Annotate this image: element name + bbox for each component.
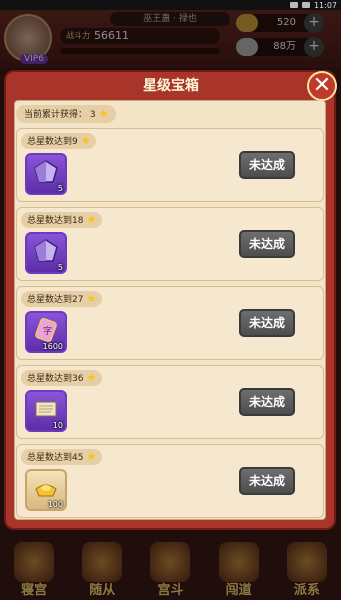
not-achieved-button[interactable]: 未达成 — [239, 309, 295, 337]
tier-requirement: 总星数达到18 ★ — [21, 212, 103, 228]
reward-item[interactable]: 5 — [25, 153, 67, 195]
svg-text:字: 字 — [43, 325, 52, 337]
reward-item[interactable]: 5 — [25, 232, 67, 274]
paper-scroll-icon — [35, 401, 57, 417]
crystal-icon — [34, 160, 58, 183]
star-icon: ★ — [86, 450, 97, 463]
tier-card: 总星数达到36 ★ 10 未达成 — [16, 365, 324, 439]
star-icon: ★ — [86, 292, 97, 305]
not-achieved-button[interactable]: 未达成 — [239, 230, 295, 258]
clock: 11:07 — [313, 0, 337, 10]
not-achieved-button[interactable]: 未达成 — [239, 151, 295, 179]
close-button[interactable]: ✕ — [307, 71, 337, 101]
not-achieved-button[interactable]: 未达成 — [239, 467, 295, 495]
accumulated-value: 3 — [89, 110, 96, 120]
scroll-token-icon: 字 — [35, 317, 57, 343]
not-achieved-button[interactable]: 未达成 — [239, 388, 295, 416]
crystal-icon — [34, 239, 58, 262]
tier-requirement: 总星数达到9 ★ — [21, 133, 97, 149]
reward-item[interactable]: 100 — [25, 469, 67, 511]
accumulated-label: 当前累计获得： — [24, 110, 88, 120]
tier-requirement: 总星数达到27 ★ — [21, 291, 103, 307]
accumulated-stars: 当前累计获得： 3 ★ — [16, 105, 117, 123]
tier-card: 总星数达到18 ★ 5 未达成 — [16, 207, 324, 281]
gold-ingot-icon — [35, 484, 57, 497]
star-icon: ★ — [86, 371, 97, 384]
tier-card: 总星数达到9 ★ 5 未达成 — [16, 128, 324, 202]
tier-card: 总星数达到45 ★ 100 未达成 — [16, 444, 324, 518]
tier-requirement: 总星数达到45 ★ — [21, 449, 103, 465]
tier-card: 总星数达到27 ★ 字 1600 未达成 — [16, 286, 324, 360]
reward-item[interactable]: 字 1600 — [25, 311, 67, 353]
star-icon: ★ — [98, 107, 109, 120]
battery-icon — [301, 2, 310, 8]
dialog-title: 星级宝箱 — [143, 78, 199, 94]
tier-requirement: 总星数达到36 ★ — [21, 370, 103, 386]
status-bar: 11:07 — [0, 0, 341, 10]
wifi-icon — [289, 2, 298, 8]
star-icon: ★ — [86, 213, 97, 226]
reward-item[interactable]: 10 — [25, 390, 67, 432]
star-icon: ★ — [80, 134, 91, 147]
